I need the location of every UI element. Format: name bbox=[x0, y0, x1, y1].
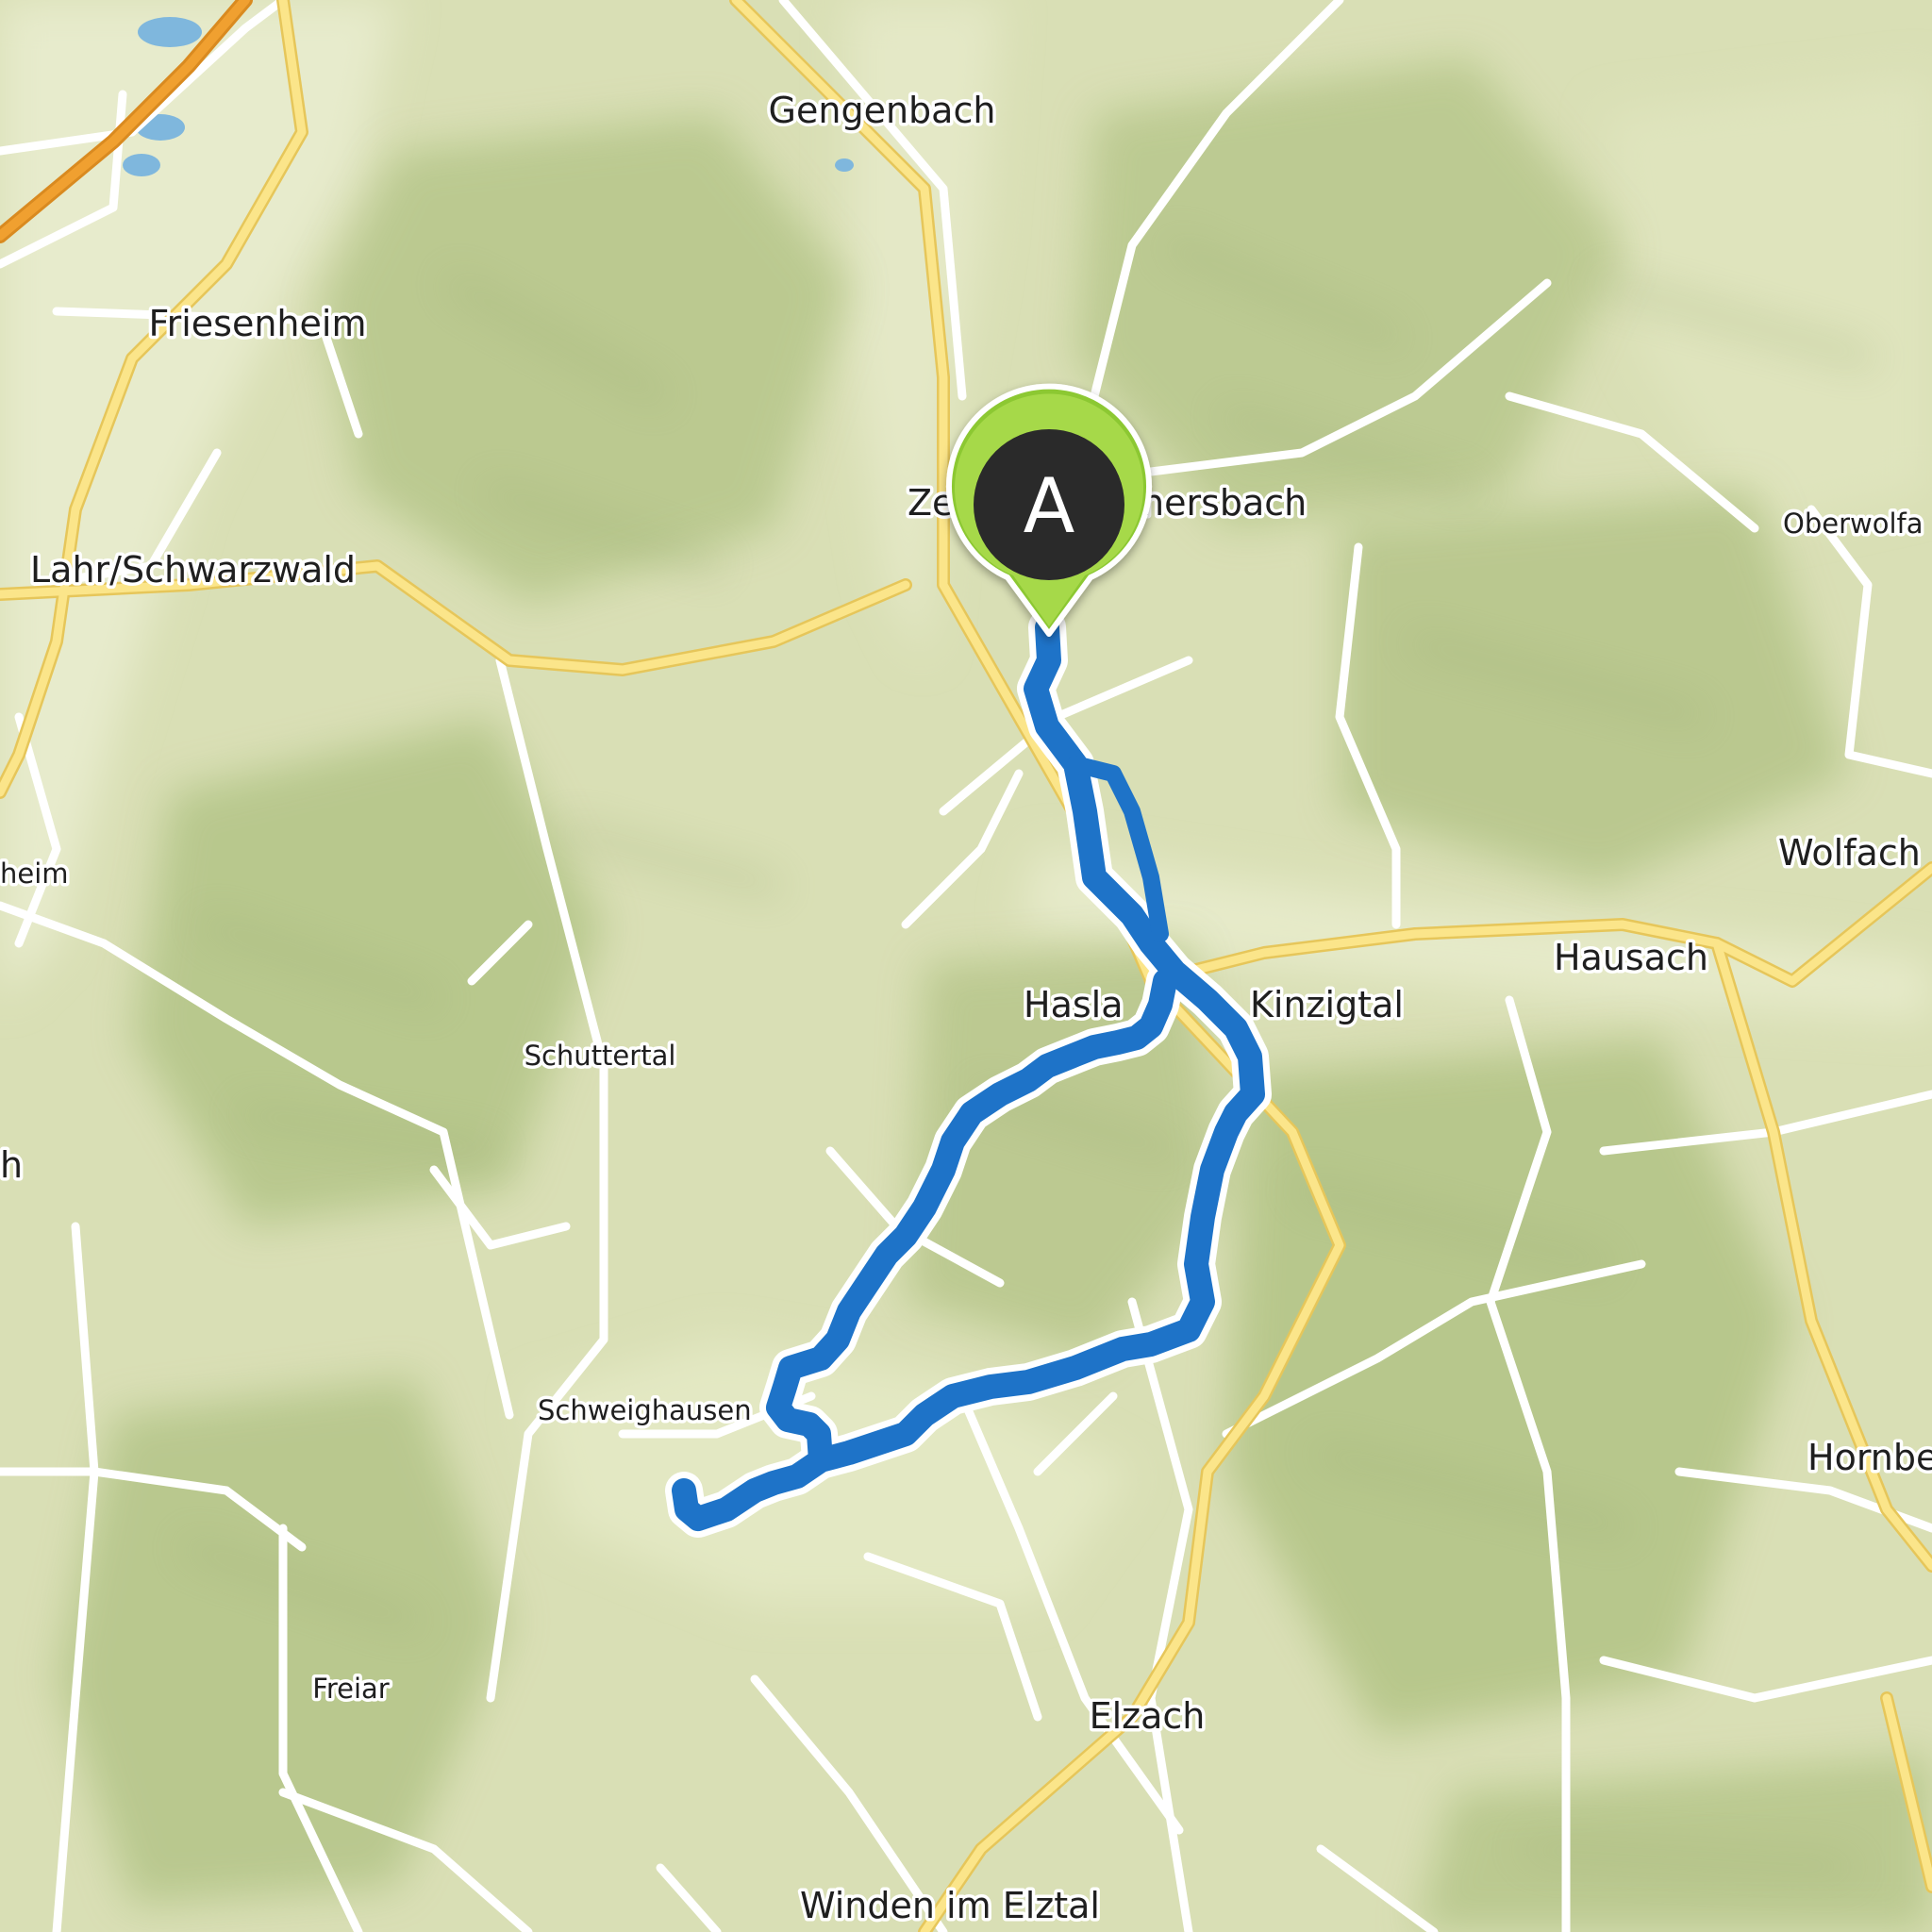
label-wolfach: Wolfach bbox=[1778, 832, 1921, 874]
label-h: h bbox=[0, 1144, 23, 1186]
label-winden: Winden im Elztal bbox=[800, 1885, 1100, 1926]
map-canvas[interactable]: Gengenbach Friesenheim Lahr/Schwarzwald … bbox=[0, 0, 1932, 1932]
label-haslach: Hasla bbox=[1024, 984, 1124, 1025]
label-oberwolfach: Oberwolfa bbox=[1783, 508, 1924, 540]
label-schuttertal: Schuttertal bbox=[525, 1040, 676, 1072]
label-biberach: nersbach bbox=[1141, 482, 1307, 524]
map-tiles[interactable]: Gengenbach Friesenheim Lahr/Schwarzwald … bbox=[0, 0, 1932, 1932]
label-lahr: Lahr/Schwarzwald bbox=[30, 549, 356, 591]
start-marker-label: A bbox=[1024, 462, 1075, 550]
label-hausach: Hausach bbox=[1554, 937, 1708, 978]
label-elzach: Elzach bbox=[1090, 1695, 1206, 1737]
label-gengenbach: Gengenbach bbox=[769, 90, 996, 131]
label-hornberg: Hornbe bbox=[1807, 1437, 1932, 1478]
label-freiamt: Freiar bbox=[312, 1673, 390, 1705]
label-kinzigtal: Kinzigtal bbox=[1250, 984, 1404, 1025]
label-heim: heim bbox=[0, 858, 69, 890]
label-schweighausen: Schweighausen bbox=[538, 1394, 752, 1426]
label-friesenheim: Friesenheim bbox=[149, 303, 367, 344]
